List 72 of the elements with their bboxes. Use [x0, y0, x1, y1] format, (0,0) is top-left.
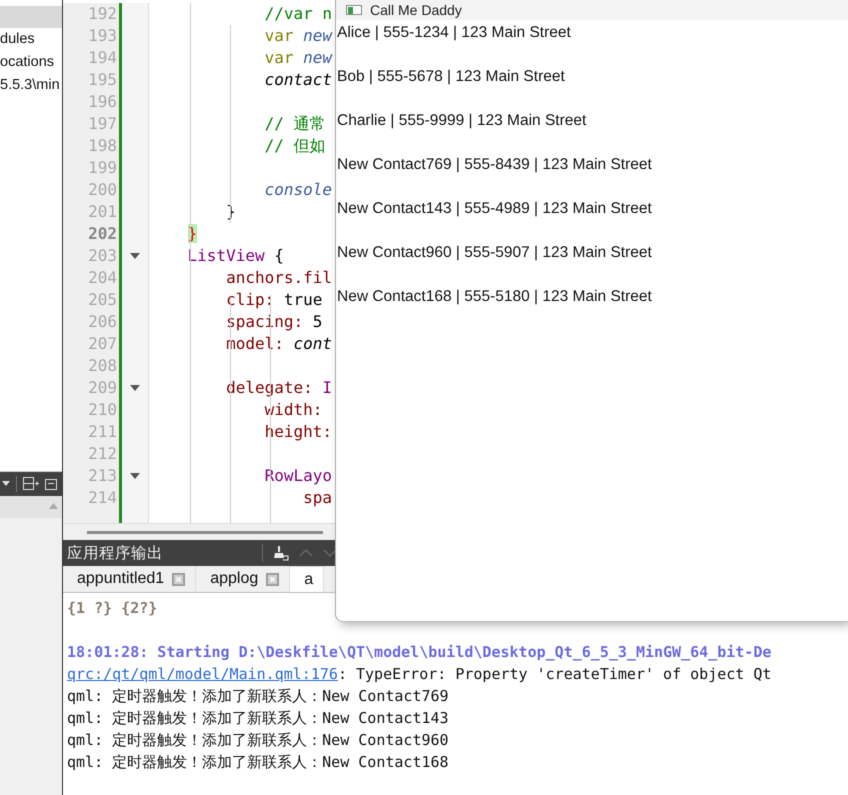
line-number: 204 [87, 267, 117, 289]
log-line: 18:01:28: Starting D:\Deskfile\QT\model\build\Desktop_Qt_6_5_3_MinGW_64_bit-De [67, 643, 772, 661]
code-line: spacing: 5 [225, 312, 322, 331]
scrollbar[interactable] [87, 530, 323, 534]
log-line: {1 ?} {2?} [67, 599, 158, 617]
line-number: 197 [87, 113, 117, 135]
close-icon[interactable] [172, 572, 186, 586]
line-number: 195 [87, 69, 117, 91]
code-line: spa [302, 488, 332, 507]
panel-title: 应用程序输出 [67, 544, 164, 564]
broom-icon[interactable] [273, 545, 289, 561]
code-line: // 通常 [264, 114, 326, 133]
code-line: clip: true [225, 290, 322, 309]
line-number: 196 [87, 91, 117, 113]
app-icon[interactable] [346, 5, 362, 15]
code-line: var new [264, 26, 332, 45]
line-number: 200 [87, 179, 117, 201]
line-number: 198 [87, 135, 117, 157]
line-number: 205 [87, 289, 117, 311]
line-number: 206 [87, 311, 117, 333]
log-line: : TypeError: Property 'createTimer' of object Qt [338, 665, 772, 683]
split-icon[interactable] [23, 477, 39, 491]
line-number: 211 [87, 421, 117, 443]
log-line: qml: 定时器触发！添加了新联系人：New Contact168 [67, 753, 449, 771]
close-icon[interactable] [266, 572, 280, 586]
tree-item[interactable]: ocations [0, 51, 62, 74]
line-number: 192 [87, 3, 117, 25]
fold-icon[interactable] [130, 385, 140, 391]
log-line: qml: 定时器触发！添加了新联系人：New Contact960 [67, 731, 449, 749]
contact-row-text: Charlie | 555-9999 | 123 Main Street [337, 111, 588, 131]
window-title: Call Me Daddy [370, 2, 462, 18]
line-number: 214 [87, 487, 117, 509]
line-number: 212 [87, 443, 117, 465]
line-number: 203 [87, 245, 117, 267]
fold-icon[interactable] [130, 473, 140, 479]
fold-icon[interactable] [130, 253, 140, 259]
line-number: 193 [87, 25, 117, 47]
code-line: anchors.fil [225, 268, 332, 287]
contact-row-text: Alice | 555-1234 | 123 Main Street [337, 23, 572, 43]
code-line: contact [264, 70, 332, 89]
contact-row-text: New Contact143 | 555-4989 | 123 Main Street [337, 199, 653, 219]
line-number: 199 [87, 157, 117, 179]
contact-row-text: New Contact769 | 555-8439 | 123 Main Street [337, 155, 653, 175]
log-line: qml: 定时器触发！添加了新联系人：New Contact143 [67, 709, 449, 727]
code-line: width: [264, 400, 322, 419]
tree-item[interactable]: dules [0, 28, 62, 51]
line-number: 213 [87, 465, 117, 487]
code-line: delegate: I [225, 378, 332, 397]
line-number: 209 [87, 377, 117, 399]
chevron-down-icon[interactable] [323, 549, 337, 557]
line-number: 194 [87, 47, 117, 69]
code-line: RowLayo [264, 466, 332, 485]
code-line: height: [264, 422, 332, 441]
line-number: 210 [87, 399, 117, 421]
line-number: 202 [87, 223, 117, 245]
contact-row-text: New Contact168 | 555-5180 | 123 Main Street [337, 287, 653, 307]
code-line: model: cont [225, 334, 332, 353]
code-line: // 但如 [264, 136, 326, 155]
line-number: 207 [87, 333, 117, 355]
output-tab[interactable]: a [290, 566, 324, 592]
log-line: qml: 定时器触发！添加了新联系人：New Contact769 [67, 687, 449, 705]
contact-row-text: Bob | 555-5678 | 123 Main Street [337, 67, 566, 87]
line-number: 201 [87, 201, 117, 223]
code-line: console [264, 180, 332, 199]
caret-icon[interactable] [2, 481, 10, 487]
tree-item[interactable]: 5.5.3\min [0, 74, 62, 97]
line-number: 208 [87, 355, 117, 377]
close-panel-icon[interactable] [45, 478, 57, 490]
file-link[interactable]: qrc:/qt/qml/model/Main.qml:176 [67, 665, 338, 683]
contact-row-text: New Contact960 | 555-5907 | 123 Main Street [337, 243, 653, 263]
code-line: var new [264, 48, 332, 67]
code-line: //var n [264, 4, 332, 23]
